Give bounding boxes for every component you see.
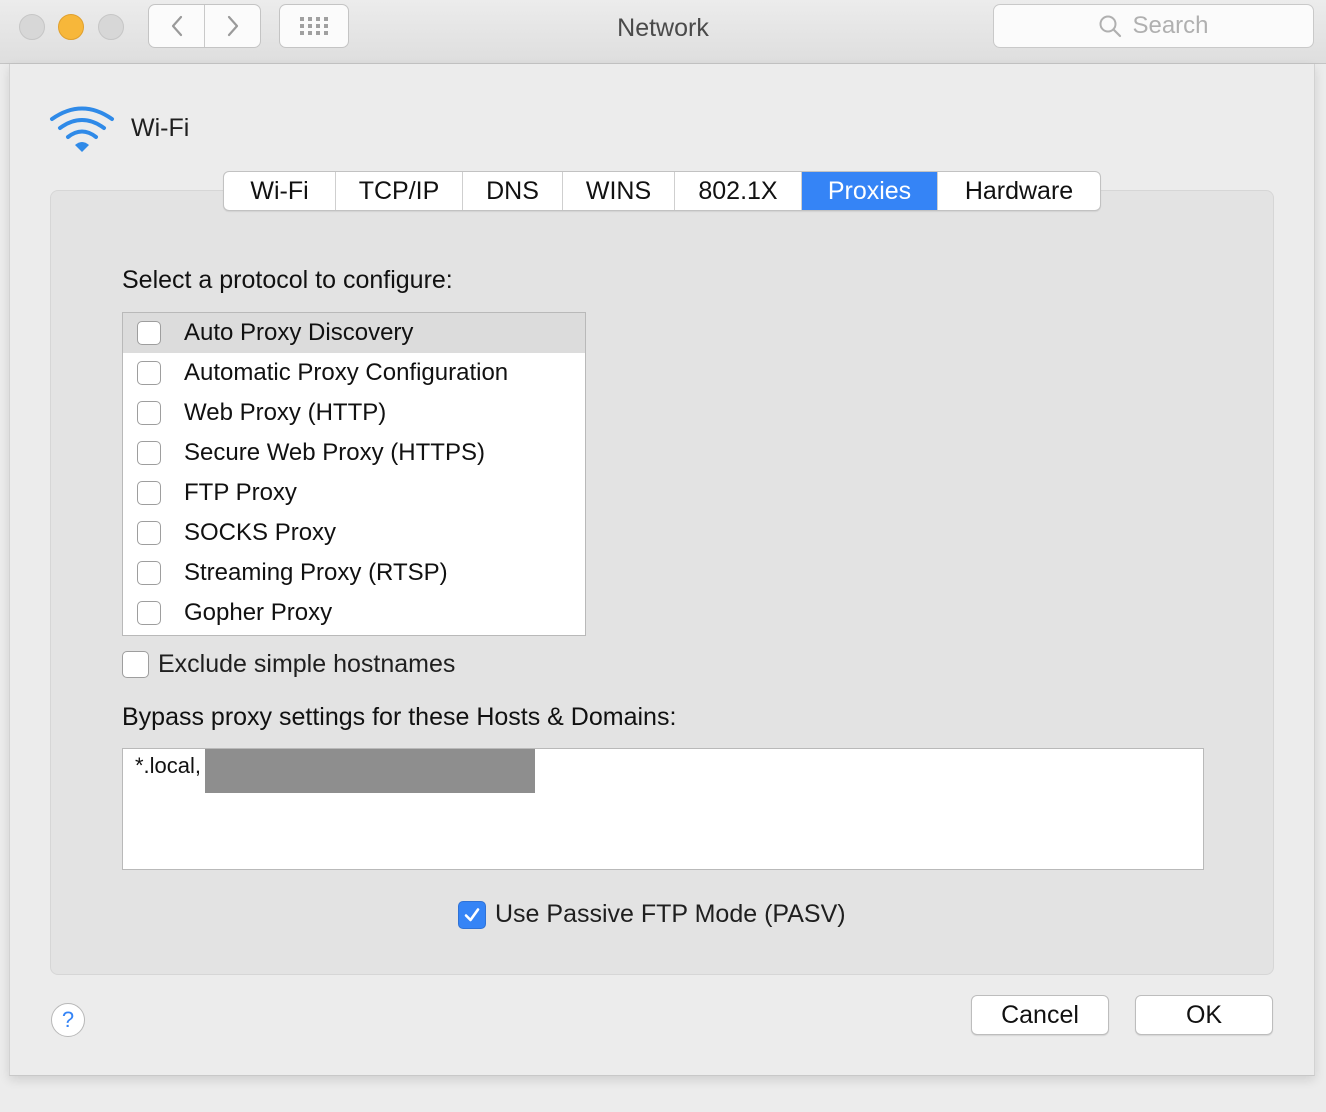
protocol-row-secure-web-proxy[interactable]: Secure Web Proxy (HTTPS) — [123, 433, 585, 473]
passive-ftp-label: Use Passive FTP Mode (PASV) — [495, 900, 846, 928]
protocol-label: Gopher Proxy — [184, 599, 333, 626]
protocol-checkbox[interactable] — [137, 401, 161, 425]
protocol-checkbox[interactable] — [137, 481, 161, 505]
protocol-label: Web Proxy (HTTP) — [184, 399, 387, 426]
tab-tcpip[interactable]: TCP/IP — [335, 172, 462, 210]
checkmark-icon — [464, 907, 480, 921]
search-field[interactable]: Search — [993, 4, 1314, 48]
protocol-row-web-proxy[interactable]: Web Proxy (HTTP) — [123, 393, 585, 433]
bypass-label: Bypass proxy settings for these Hosts & … — [122, 703, 677, 731]
wifi-icon — [50, 106, 114, 152]
protocol-label: SOCKS Proxy — [184, 519, 337, 546]
protocol-row-gopher-proxy[interactable]: Gopher Proxy — [123, 593, 585, 633]
ok-button[interactable]: OK — [1135, 995, 1273, 1035]
protocol-label: Secure Web Proxy (HTTPS) — [184, 439, 485, 466]
interface-name: Wi-Fi — [131, 114, 190, 142]
protocol-checkbox[interactable] — [137, 361, 161, 385]
protocol-select-label: Select a protocol to configure: — [122, 266, 453, 294]
exclude-simple-hostnames[interactable]: Exclude simple hostnames — [122, 650, 455, 679]
tab-dns[interactable]: DNS — [462, 172, 562, 210]
protocol-checkbox[interactable] — [137, 321, 161, 345]
tab-8021x[interactable]: 802.1X — [674, 172, 801, 210]
protocol-label: Streaming Proxy (RTSP) — [184, 559, 448, 586]
protocol-checkbox[interactable] — [137, 521, 161, 545]
protocol-checkbox[interactable] — [137, 441, 161, 465]
protocol-label: Auto Proxy Discovery — [184, 319, 414, 346]
protocol-label: Automatic Proxy Configuration — [184, 359, 509, 386]
passive-ftp-checkbox[interactable] — [458, 900, 486, 929]
protocol-row-streaming-proxy[interactable]: Streaming Proxy (RTSP) — [123, 553, 585, 593]
bypass-hosts-value: *.local, — [135, 753, 202, 778]
title-bar: Network Search — [0, 0, 1326, 64]
bypass-hosts-field[interactable]: *.local, — [122, 748, 1204, 870]
protocol-row-ftp-proxy[interactable]: FTP Proxy — [123, 473, 585, 513]
protocol-checkbox[interactable] — [137, 601, 161, 625]
tab-wifi[interactable]: Wi-Fi — [224, 172, 335, 210]
tab-wins[interactable]: WINS — [562, 172, 674, 210]
tab-hardware[interactable]: Hardware — [937, 172, 1100, 210]
protocol-list: Auto Proxy Discovery Automatic Proxy Con… — [122, 312, 586, 636]
search-icon — [1099, 15, 1122, 38]
passive-ftp-option[interactable]: Use Passive FTP Mode (PASV) — [458, 900, 846, 929]
protocol-row-automatic-proxy-configuration[interactable]: Automatic Proxy Configuration — [123, 353, 585, 393]
exclude-simple-hostnames-checkbox[interactable] — [122, 651, 149, 678]
protocol-row-auto-proxy-discovery[interactable]: Auto Proxy Discovery — [123, 313, 585, 353]
tab-proxies[interactable]: Proxies — [801, 172, 937, 210]
cancel-button[interactable]: Cancel — [971, 995, 1109, 1035]
help-button[interactable]: ? — [51, 1003, 85, 1037]
exclude-simple-hostnames-label: Exclude simple hostnames — [158, 650, 456, 678]
search-placeholder: Search — [1132, 12, 1209, 39]
protocol-label: FTP Proxy — [184, 479, 297, 506]
protocol-row-socks-proxy[interactable]: SOCKS Proxy — [123, 513, 585, 553]
protocol-checkbox[interactable] — [137, 561, 161, 585]
redacted-block — [205, 749, 535, 793]
tab-bar: Wi-Fi TCP/IP DNS WINS 802.1X Proxies Har… — [223, 171, 1101, 211]
